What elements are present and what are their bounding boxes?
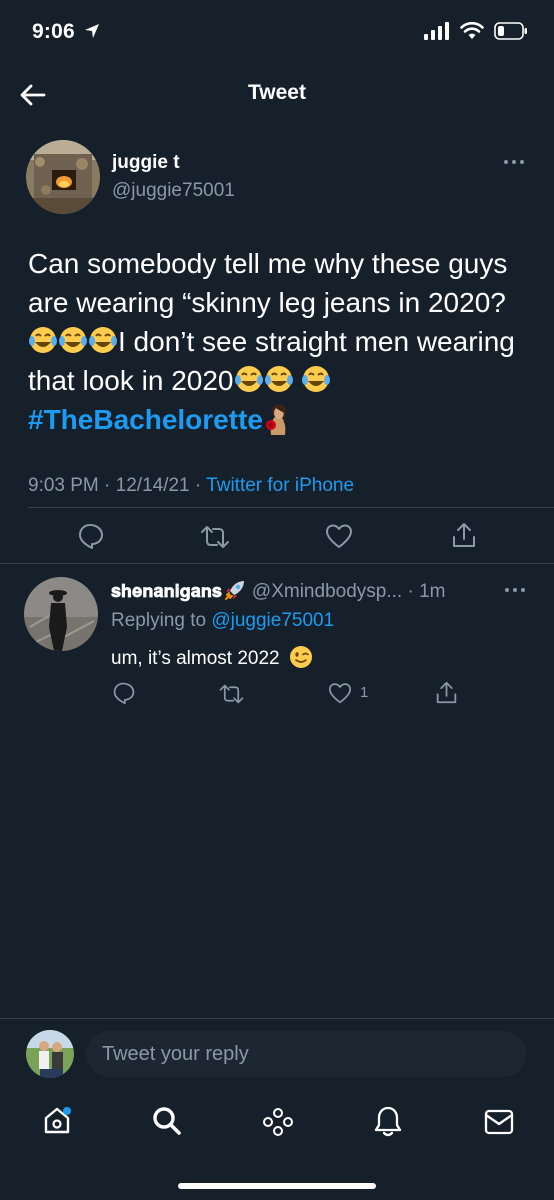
tweet-meta: 9:03 PM · 12/14/21 · Twitter for iPhone — [28, 475, 354, 497]
reply-retweet-icon[interactable] — [218, 682, 245, 706]
search-icon[interactable] — [151, 1105, 183, 1137]
tears-of-joy-emoji-icon — [264, 366, 293, 392]
reply-header: 𝐬𝐡𝐞𝐧𝐚𝐧𝐢𝐠𝐚𝐧𝐬 @Xmindbodysp... · 1m — [111, 579, 445, 603]
more-icon[interactable] — [502, 156, 526, 168]
replying-to-label: Replying to — [111, 610, 207, 631]
reply-like-count: 1 — [360, 684, 369, 701]
reply-icon[interactable] — [77, 522, 105, 550]
spaces-icon[interactable] — [262, 1106, 294, 1138]
home-indicator — [178, 1183, 376, 1189]
reply-input[interactable]: Tweet your reply — [86, 1031, 526, 1077]
status-time: 9:06 — [32, 20, 100, 44]
reply-reply-icon[interactable] — [112, 681, 136, 705]
tweet-date: 12/14/21 — [115, 475, 190, 496]
tweet-text: Can somebody tell me why these guys are … — [28, 244, 533, 439]
meta-separator: · — [402, 581, 420, 602]
tears-of-joy-emoji-icon — [234, 366, 263, 392]
meta-separator: · — [194, 475, 207, 496]
tears-of-joy-emoji-icon — [29, 327, 57, 353]
tweet-time: 9:03 PM — [28, 475, 99, 496]
page-title: Tweet — [248, 81, 306, 104]
author-name[interactable]: juggie t — [112, 152, 180, 174]
divider — [0, 1018, 554, 1019]
status-time-text: 9:06 — [32, 20, 75, 43]
tweet-text-part1: Can somebody tell me why these guys are … — [28, 248, 508, 318]
reply-author-handle[interactable]: @Xmindbodysp... — [252, 581, 402, 602]
reply-more-icon[interactable] — [504, 585, 526, 595]
home-icon[interactable] — [42, 1104, 74, 1136]
divider — [0, 563, 554, 564]
tweet-source-link[interactable]: Twitter for iPhone — [206, 475, 354, 496]
reply-age: 1m — [419, 581, 446, 602]
notifications-icon[interactable] — [373, 1105, 403, 1137]
reply-like-icon[interactable] — [328, 682, 352, 704]
meta-separator: · — [104, 475, 116, 496]
reply-author-avatar[interactable] — [24, 577, 98, 651]
like-icon[interactable] — [325, 523, 353, 549]
messages-icon[interactable] — [483, 1108, 515, 1136]
bachelorette-rose-emoji-icon — [265, 404, 286, 435]
replying-to-line: Replying to @juggie75001 — [111, 610, 334, 632]
location-icon — [84, 24, 99, 38]
author-handle[interactable]: @juggie75001 — [112, 180, 235, 202]
reply-author-name[interactable]: 𝐬𝐡𝐞𝐧𝐚𝐧𝐢𝐠𝐚𝐧𝐬 — [111, 581, 222, 601]
hashtag-link[interactable]: #TheBachelorette — [28, 404, 263, 435]
status-indicators — [424, 22, 528, 40]
rocket-emoji-icon — [224, 581, 244, 600]
reply-share-icon[interactable] — [435, 680, 458, 705]
reply-input-placeholder: Tweet your reply — [102, 1043, 249, 1065]
tears-of-joy-emoji-icon — [89, 327, 117, 353]
wifi-icon — [460, 22, 484, 39]
replying-to-mention[interactable]: @juggie75001 — [211, 610, 334, 631]
reply-text: um, it’s almost 2022 — [111, 645, 313, 670]
author-avatar[interactable] — [26, 140, 100, 214]
retweet-icon[interactable] — [199, 523, 231, 551]
winking-face-emoji-icon — [289, 646, 312, 668]
battery-icon — [494, 22, 527, 40]
reply-text-body: um, it’s almost 2022 — [111, 648, 280, 669]
tears-of-joy-emoji-icon — [59, 327, 87, 353]
signal-icon — [424, 22, 449, 40]
tears-of-joy-emoji-icon — [302, 366, 331, 392]
my-avatar[interactable] — [26, 1030, 74, 1078]
divider — [28, 507, 554, 508]
screen: 9:06 Tweet juggie t @juggie75001 Can som… — [0, 0, 554, 1200]
share-icon[interactable] — [451, 521, 477, 549]
